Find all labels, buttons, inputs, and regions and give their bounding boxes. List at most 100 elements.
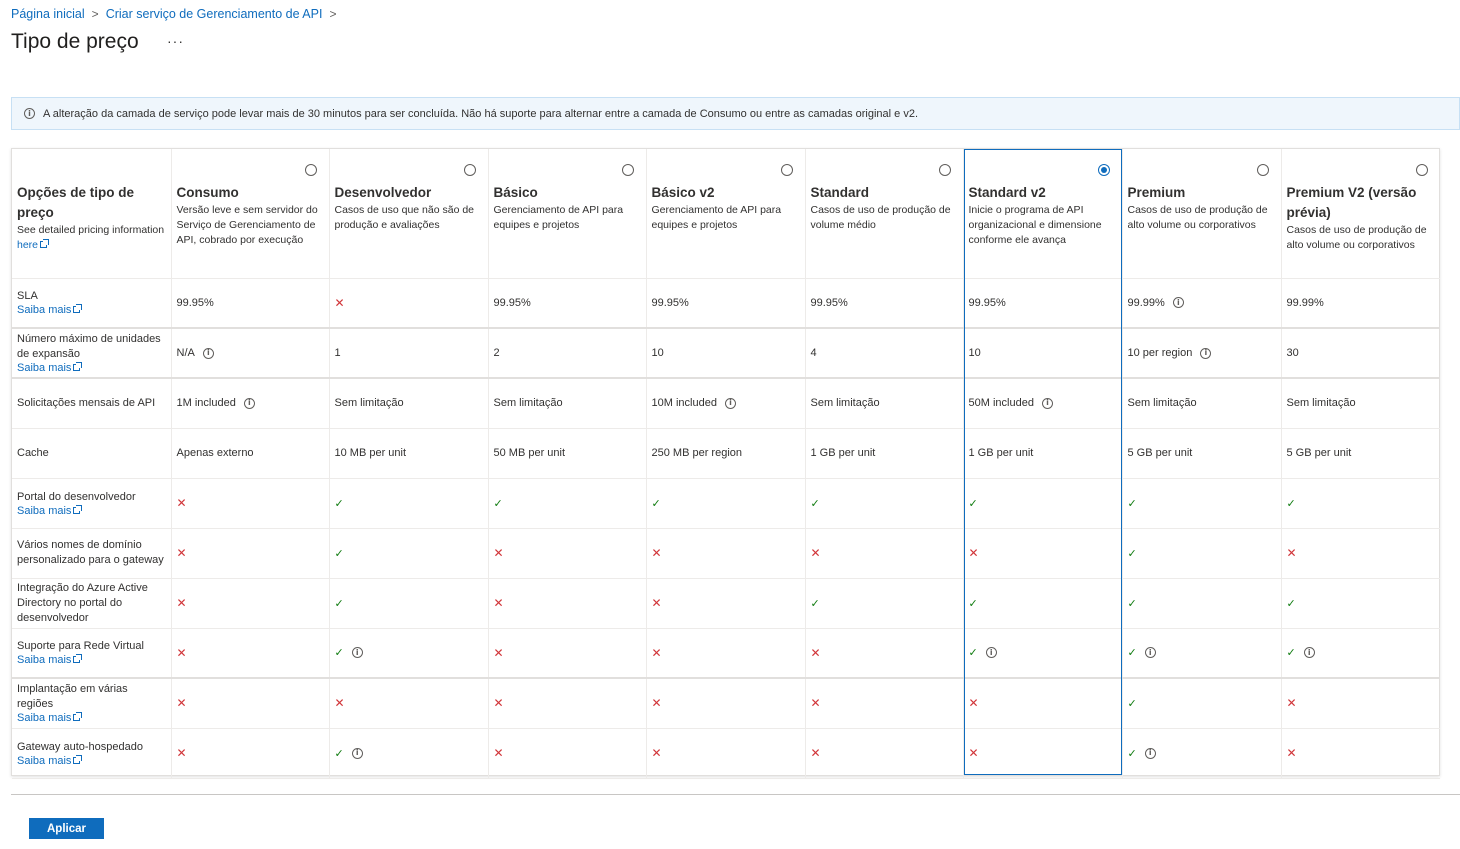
feature-label-cell: Integração do Azure Active Directory no … <box>12 578 172 629</box>
feature-value: 50 MB per unit <box>493 447 566 459</box>
feature-label-cell: Cache <box>12 428 172 479</box>
info-icon[interactable]: i <box>351 647 363 659</box>
cross-icon: ✕ <box>810 746 821 760</box>
tier-header-5[interactable]: Standard Casos de uso de produção de volu… <box>805 149 964 279</box>
tier-description: Casos de uso que não são de produção e a… <box>334 204 475 231</box>
info-banner: i A alteração da camada de serviço pode … <box>11 97 1460 130</box>
tier-radio[interactable] <box>1256 164 1269 176</box>
tier-description: Inicie o programa de API organizacional … <box>968 204 1102 246</box>
feature-value-cell: ✕ <box>646 578 806 629</box>
feature-value-cell: 30 <box>1281 328 1440 379</box>
feature-value-cell: ✕ <box>805 528 964 579</box>
feature-value-cell: ✕ <box>488 578 647 629</box>
cross-icon: ✕ <box>651 546 662 560</box>
feature-value-cell: ✕ <box>329 678 489 729</box>
learn-more-link[interactable]: Saiba mais <box>17 504 166 517</box>
cross-icon: ✕ <box>493 696 504 711</box>
feature-label: Suporte para Rede Virtual <box>17 640 144 653</box>
learn-more-link[interactable]: Saiba mais <box>17 712 166 724</box>
info-icon[interactable]: i <box>1041 397 1053 409</box>
info-icon[interactable]: i <box>1144 747 1156 759</box>
feature-value-cell: 99.95% <box>805 278 964 329</box>
feature-value: 99.99% <box>1127 296 1165 309</box>
feature-label: Solicitações mensais de API <box>17 396 156 409</box>
feature-value: 1M included <box>176 397 236 410</box>
tier-radio[interactable] <box>463 164 476 176</box>
learn-more-link[interactable]: Saiba mais <box>17 754 166 767</box>
checkmark-icon: ✓ <box>1286 596 1296 610</box>
feature-label: SLA <box>17 290 38 303</box>
feature-value: Sem limitação <box>1286 397 1356 410</box>
feature-value-cell: 250 MB per region <box>646 428 806 479</box>
tier-radio[interactable] <box>780 164 793 176</box>
feature-value-cell: 99.99% <box>1281 278 1440 329</box>
more-options-button[interactable]: ··· <box>167 33 184 49</box>
info-icon[interactable]: i <box>1144 647 1156 659</box>
feature-value: 10M included <box>651 397 717 410</box>
feature-value: 30 <box>1286 347 1299 359</box>
feature-label: Cache <box>17 446 49 459</box>
tier-description: Gerenciamento de API para equipes e proj… <box>651 204 782 231</box>
info-icon[interactable]: i <box>985 647 997 659</box>
apply-button[interactable]: Aplicar <box>29 818 104 839</box>
tier-header-6[interactable]: Standard v2 Inicie o programa de API orga… <box>963 149 1123 279</box>
tier-radio[interactable] <box>938 164 951 176</box>
info-icon[interactable]: i <box>1200 347 1212 359</box>
cross-icon: ✕ <box>176 546 187 560</box>
pricing-info-link[interactable]: here <box>17 239 50 251</box>
info-icon[interactable]: i <box>1303 647 1315 659</box>
feature-value-cell: ✕ <box>171 628 330 679</box>
feature-row-cache: Cache Apenas externo 10 MB per unit 50 MB p… <box>12 428 1440 479</box>
tier-radio[interactable] <box>1097 164 1110 176</box>
tier-name: Standard v2 <box>968 185 1046 200</box>
breadcrumb-create-apim-link[interactable]: Criar serviço de Gerenciamento de API <box>106 7 323 21</box>
feature-value-cell: N/A i <box>171 328 330 379</box>
checkmark-icon: ✓ <box>968 496 978 510</box>
checkmark-icon: ✓ <box>334 496 344 510</box>
breadcrumb-home-link[interactable]: Página inicial <box>11 7 85 21</box>
tier-header-8[interactable]: Premium V2 (versão prévia) Casos de uso d… <box>1281 149 1440 279</box>
tier-header-4[interactable]: Básico v2 Gerenciamento de API para equip… <box>646 149 806 279</box>
feature-value-cell: 5 GB per unit <box>1122 428 1282 479</box>
info-icon[interactable]: i <box>202 347 214 359</box>
cross-icon: ✕ <box>176 496 187 510</box>
tier-radio[interactable] <box>621 164 634 176</box>
tier-header-2[interactable]: Desenvolvedor Casos de uso que não são de… <box>329 149 489 279</box>
cross-icon: ✕ <box>1286 546 1297 560</box>
tier-radio[interactable] <box>304 164 317 176</box>
feature-value-cell: ✓ <box>329 478 489 529</box>
learn-more-link[interactable]: Saiba mais <box>17 304 166 316</box>
feature-row-req: Solicitações mensais de API 1M included i S… <box>12 378 1440 429</box>
tier-header-3[interactable]: Básico Gerenciamento de API para equipes … <box>488 149 647 279</box>
breadcrumb: Página inicial > Criar serviço de Gerenc… <box>11 6 343 22</box>
feature-value: 99.95% <box>176 296 214 309</box>
feature-value: 99.95% <box>968 296 1006 309</box>
tier-description: Casos de uso de produção de alto volume … <box>1127 204 1268 231</box>
feature-value: 10 MB per unit <box>334 447 407 459</box>
checkmark-icon: ✓ <box>1286 496 1296 510</box>
info-icon[interactable]: i <box>1172 297 1184 309</box>
feature-value: 250 MB per region <box>651 447 743 459</box>
learn-more-link[interactable]: Saiba mais <box>17 654 166 666</box>
feature-value-cell: Sem limitação <box>805 378 964 429</box>
learn-more-link[interactable]: Saiba mais <box>17 362 166 374</box>
feature-value-cell: 99.95% <box>646 278 806 329</box>
feature-value-cell: ✓ <box>1281 578 1440 629</box>
feature-value-cell: ✕ <box>963 728 1123 779</box>
tier-header-7[interactable]: Premium Casos de uso de produção de alto … <box>1122 149 1282 279</box>
feature-value-cell: 99.95% <box>488 278 647 329</box>
info-icon[interactable]: i <box>351 747 363 759</box>
tier-header-1[interactable]: Consumo Versão leve e sem servidor do Ser… <box>171 149 330 279</box>
feature-row-vnet: Suporte para Rede Virtual Saiba mais ✕ ✓ i ✕ ✕… <box>12 628 1440 679</box>
feature-value-cell: ✓ <box>329 528 489 579</box>
pricing-info-text: See detailed pricing information here <box>17 224 165 251</box>
checkmark-icon: ✓ <box>1127 696 1137 710</box>
feature-value-cell: ✕ <box>646 628 806 679</box>
info-icon[interactable]: i <box>724 397 736 409</box>
info-icon[interactable]: i <box>243 397 255 409</box>
tier-radio[interactable] <box>1416 164 1428 176</box>
feature-value-cell: ✕ <box>171 578 330 629</box>
feature-value-cell: ✕ <box>646 678 806 729</box>
feature-value-cell: ✕ <box>488 628 647 679</box>
feature-value-cell: ✕ <box>329 278 489 329</box>
